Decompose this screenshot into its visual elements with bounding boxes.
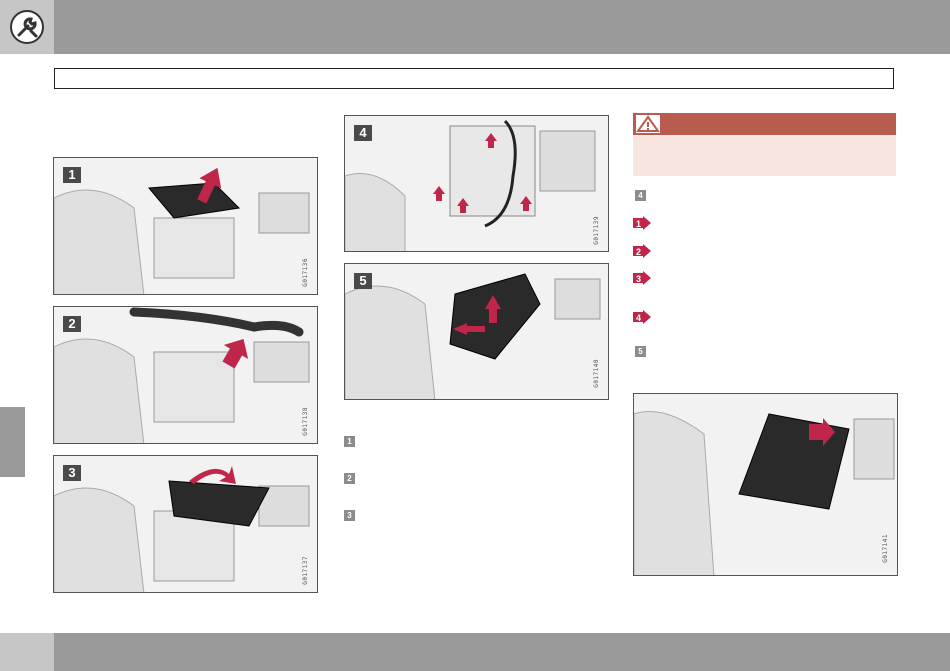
warning-header — [633, 113, 896, 135]
wrench-screwdriver-icon — [10, 10, 44, 44]
engine-bay-illustration — [54, 158, 317, 294]
figure-number: 5 — [354, 273, 372, 289]
footer-bar — [0, 633, 950, 671]
engine-bay-illustration — [54, 456, 317, 592]
arrow-marker-2-icon: 2 — [633, 244, 651, 258]
warning-body — [633, 135, 896, 176]
battery-installed-illustration — [634, 394, 897, 575]
figure-battery-installed: G017141 — [633, 393, 898, 576]
figure-code: G017137 — [302, 556, 309, 585]
engine-bay-illustration — [54, 307, 317, 443]
figure-3: 3 G017137 — [53, 455, 318, 593]
header-bar — [0, 0, 950, 54]
figure-code: G017141 — [882, 534, 889, 563]
chapter-tab — [0, 407, 25, 477]
step-marker-3: 3 — [344, 510, 355, 521]
figure-code: G017138 — [302, 407, 309, 436]
figure-number: 4 — [354, 125, 372, 141]
section-title-box — [54, 68, 894, 89]
figure-5: 5 G017140 — [344, 263, 609, 400]
svg-text:1: 1 — [636, 219, 641, 229]
arrow-marker-3-icon: 3 — [633, 271, 651, 285]
figure-code: G017136 — [302, 258, 309, 287]
figure-number: 2 — [63, 316, 81, 332]
figure-1: 1 G017136 — [53, 157, 318, 295]
svg-text:4: 4 — [636, 313, 641, 323]
figure-4: 4 G017139 — [344, 115, 609, 252]
battery-compartment-illustration — [345, 116, 608, 251]
figure-number: 3 — [63, 465, 81, 481]
figure-code: G017139 — [593, 216, 600, 245]
svg-text:3: 3 — [636, 274, 641, 284]
figure-code: G017140 — [593, 359, 600, 388]
step-marker-1: 1 — [344, 436, 355, 447]
warning-triangle-icon — [636, 115, 660, 133]
step-marker-4: 4 — [635, 190, 646, 201]
arrow-marker-1-icon: 1 — [633, 216, 651, 230]
arrow-marker-4-icon: 4 — [633, 310, 651, 324]
battery-removal-illustration — [345, 264, 608, 399]
step-marker-5: 5 — [635, 346, 646, 357]
figure-number: 1 — [63, 167, 81, 183]
figure-2: 2 G017138 — [53, 306, 318, 444]
svg-text:2: 2 — [636, 247, 641, 257]
step-marker-2: 2 — [344, 473, 355, 484]
page-number-box — [0, 633, 54, 671]
section-icon-box — [0, 0, 54, 54]
